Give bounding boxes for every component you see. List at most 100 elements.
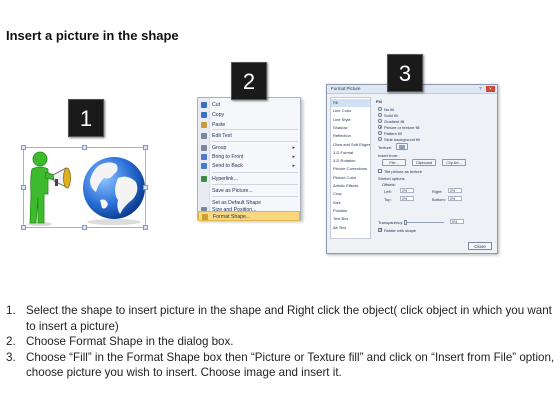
transparency-input[interactable]: 0% [450,219,464,224]
radio-pattern-fill[interactable] [378,131,382,135]
tile-label: Tile picture as texture [384,169,423,174]
resize-handle[interactable] [143,145,148,150]
resize-handle[interactable] [82,145,87,150]
megaphone-icon [52,167,71,189]
close-button[interactable]: Close [468,242,492,250]
nav-item-reflection[interactable]: Reflection [331,132,370,140]
clipboard-icon [201,122,207,128]
menu-divider [212,129,298,130]
radio-label: Picture or texture fill [384,125,420,130]
nav-item-size[interactable]: Size [331,199,370,207]
format-picture-dialog: Format Picture ? × Fill Line Color Line … [326,84,498,254]
transparency-slider-thumb[interactable] [404,220,407,225]
hyperlink-icon [201,176,207,182]
resize-handle[interactable] [21,145,26,150]
radio-no-fill[interactable] [378,107,382,111]
menu-item-label: Bring to Front [212,154,244,160]
resize-handle[interactable] [82,225,87,230]
menu-item-label: Group [212,145,227,151]
menu-item-edit-text[interactable]: Edit Text [198,131,300,141]
bring-front-icon [201,154,207,160]
menu-divider [212,196,298,197]
step-item: 3. Choose “Fill” in the Format Shape box… [6,350,556,381]
offset-top-label: Top: [384,197,392,202]
step-text: Choose “Fill” in the Format Shape box th… [26,350,555,380]
nav-item-3d-format[interactable]: 3-D Format [331,149,370,157]
transparency-slider[interactable] [404,222,444,223]
radio-label: Pattern fill [384,131,402,136]
menu-item-cut[interactable]: Cut [198,100,300,110]
close-icon[interactable]: × [486,86,495,92]
step-1-badge: 1 [68,99,104,137]
menu-item-send-to-back[interactable]: Send to Back ▸ [198,161,300,171]
step-2-badge: 2 [231,62,267,100]
nav-item-line-style[interactable]: Line Style [331,116,370,124]
texture-swatch-icon [399,145,405,149]
edit-text-icon [201,133,207,139]
menu-item-copy[interactable]: Copy [198,110,300,120]
help-icon[interactable]: ? [476,86,485,92]
menu-item-format-shape[interactable]: Format Shape... [198,211,300,221]
menu-item-label: Copy [212,112,225,118]
group-icon [201,145,207,151]
step-item: 1. Select the shape to insert picture in… [6,303,556,334]
insert-clipart-button[interactable]: Clip Art... [442,159,466,166]
radio-gradient-fill[interactable] [378,119,382,123]
offset-bottom-input[interactable]: 0% [448,196,462,201]
offset-left-label: Left: [384,189,392,194]
globe-icon [83,157,145,225]
resize-handle[interactable] [21,185,26,190]
rotate-with-shape-label: Rotate with shape [384,228,417,233]
radio-label: No fill [384,107,395,112]
nav-item-fill[interactable]: Fill [331,99,370,108]
menu-item-label: Send to Back [212,163,243,169]
resize-handle[interactable] [143,185,148,190]
radio-solid-fill[interactable] [378,113,382,117]
green-figure-icon [28,151,57,226]
offset-left-input[interactable]: 0% [400,188,414,193]
rotate-with-shape-checkbox[interactable] [378,227,383,233]
selected-shape[interactable] [21,145,148,230]
radio-slide-background-fill[interactable] [378,137,382,141]
offset-top-input[interactable]: 0% [400,196,414,201]
tile-checkbox[interactable] [378,169,382,173]
nav-item-crop[interactable]: Crop [331,190,370,198]
resize-handle[interactable] [21,225,26,230]
nav-item-position[interactable]: Position [331,207,370,215]
nav-item-glow[interactable]: Glow and Soft Edges [331,141,370,149]
nav-item-picture-color[interactable]: Picture Color [331,174,370,182]
nav-item-text-box[interactable]: Text Box [331,215,370,223]
stretch-options-label: Stretch options [378,176,405,181]
insert-clipboard-button[interactable]: Clipboard [412,159,436,166]
menu-item-hyperlink[interactable]: Hyperlink... [198,174,300,184]
dialog-nav-list: Fill Line Color Line Style Shadow Reflec… [330,97,371,239]
menu-item-save-as-picture[interactable]: Save as Picture... [198,186,300,196]
texture-label: Texture: [378,145,393,150]
nav-item-alt-text[interactable]: Alt Text [331,224,370,232]
nav-item-picture-corrections[interactable]: Picture Corrections [331,165,370,173]
dialog-title: Format Picture [331,86,361,91]
offset-bottom-label: Bottom: [432,197,446,202]
menu-item-label: Hyperlink... [212,176,238,182]
step-3-badge: 3 [387,54,423,92]
context-menu: Cut Copy Paste Edit Text Group ▸ Bring to… [197,97,301,221]
transparency-label: Transparency: [378,220,404,225]
menu-item-label: Save as Picture... [212,188,253,194]
resize-handle[interactable] [143,225,148,230]
nav-item-line-color[interactable]: Line Color [331,107,370,115]
nav-item-3d-rotation[interactable]: 3-D Rotation [331,157,370,165]
radio-picture-texture-fill[interactable] [378,125,382,129]
menu-divider [212,141,298,142]
menu-item-label: Edit Text [212,133,232,139]
nav-item-artistic-effects[interactable]: Artistic Effects [331,182,370,190]
offset-right-label: Right: [432,189,443,194]
fill-panel: Fill No fill Solid fill Gradient fill Pi… [374,97,495,239]
step-number: 3. [6,350,16,364]
scissors-icon [201,102,207,108]
copy-icon [201,112,207,118]
radio-label: Solid fill [384,113,398,118]
insert-file-button[interactable]: File... [382,159,406,166]
offset-right-input[interactable]: 0% [448,188,462,193]
nav-item-shadow[interactable]: Shadow [331,124,370,132]
texture-dropdown[interactable] [396,143,408,150]
